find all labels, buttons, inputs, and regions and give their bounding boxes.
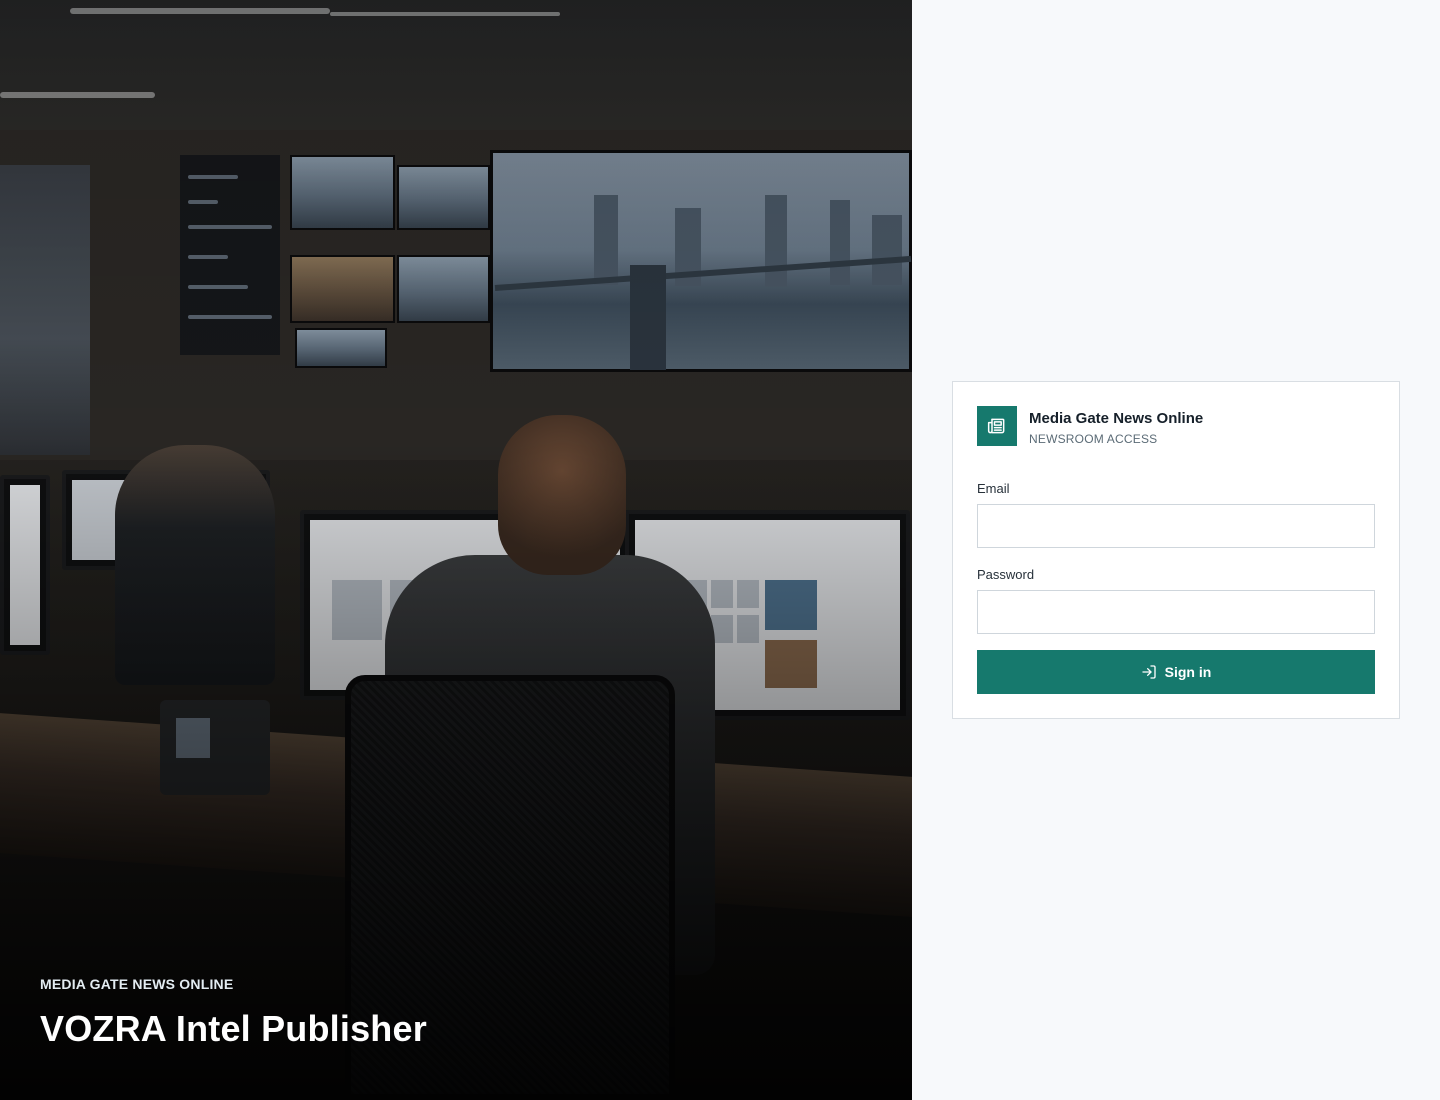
brand-header: Media Gate News Online NEWSROOM ACCESS <box>977 406 1203 446</box>
hero-title: VOZRA Intel Publisher <box>40 1008 427 1049</box>
password-label: Password <box>977 567 1035 582</box>
email-label: Email <box>977 481 1010 496</box>
sign-in-icon <box>1141 665 1156 679</box>
newspaper-icon <box>977 406 1017 446</box>
brand-text: Media Gate News Online NEWSROOM ACCESS <box>1029 406 1203 446</box>
brand-name: Media Gate News Online <box>1029 410 1204 427</box>
hero-caption: MEDIA GATE NEWS ONLINE VOZRA Intel Publi… <box>40 976 427 1050</box>
hero-kicker: MEDIA GATE NEWS ONLINE <box>40 976 234 992</box>
sign-in-button[interactable]: Sign in <box>977 650 1375 694</box>
sign-in-label: Sign in <box>1164 664 1212 680</box>
brand-subtitle: NEWSROOM ACCESS <box>1029 432 1158 446</box>
email-field[interactable] <box>977 504 1375 548</box>
hero-overlay <box>0 0 912 1100</box>
hero-panel: MEDIA GATE NEWS ONLINE VOZRA Intel Publi… <box>0 0 912 1100</box>
password-field[interactable] <box>977 590 1375 634</box>
login-card: Media Gate News Online NEWSROOM ACCESS E… <box>952 381 1400 719</box>
